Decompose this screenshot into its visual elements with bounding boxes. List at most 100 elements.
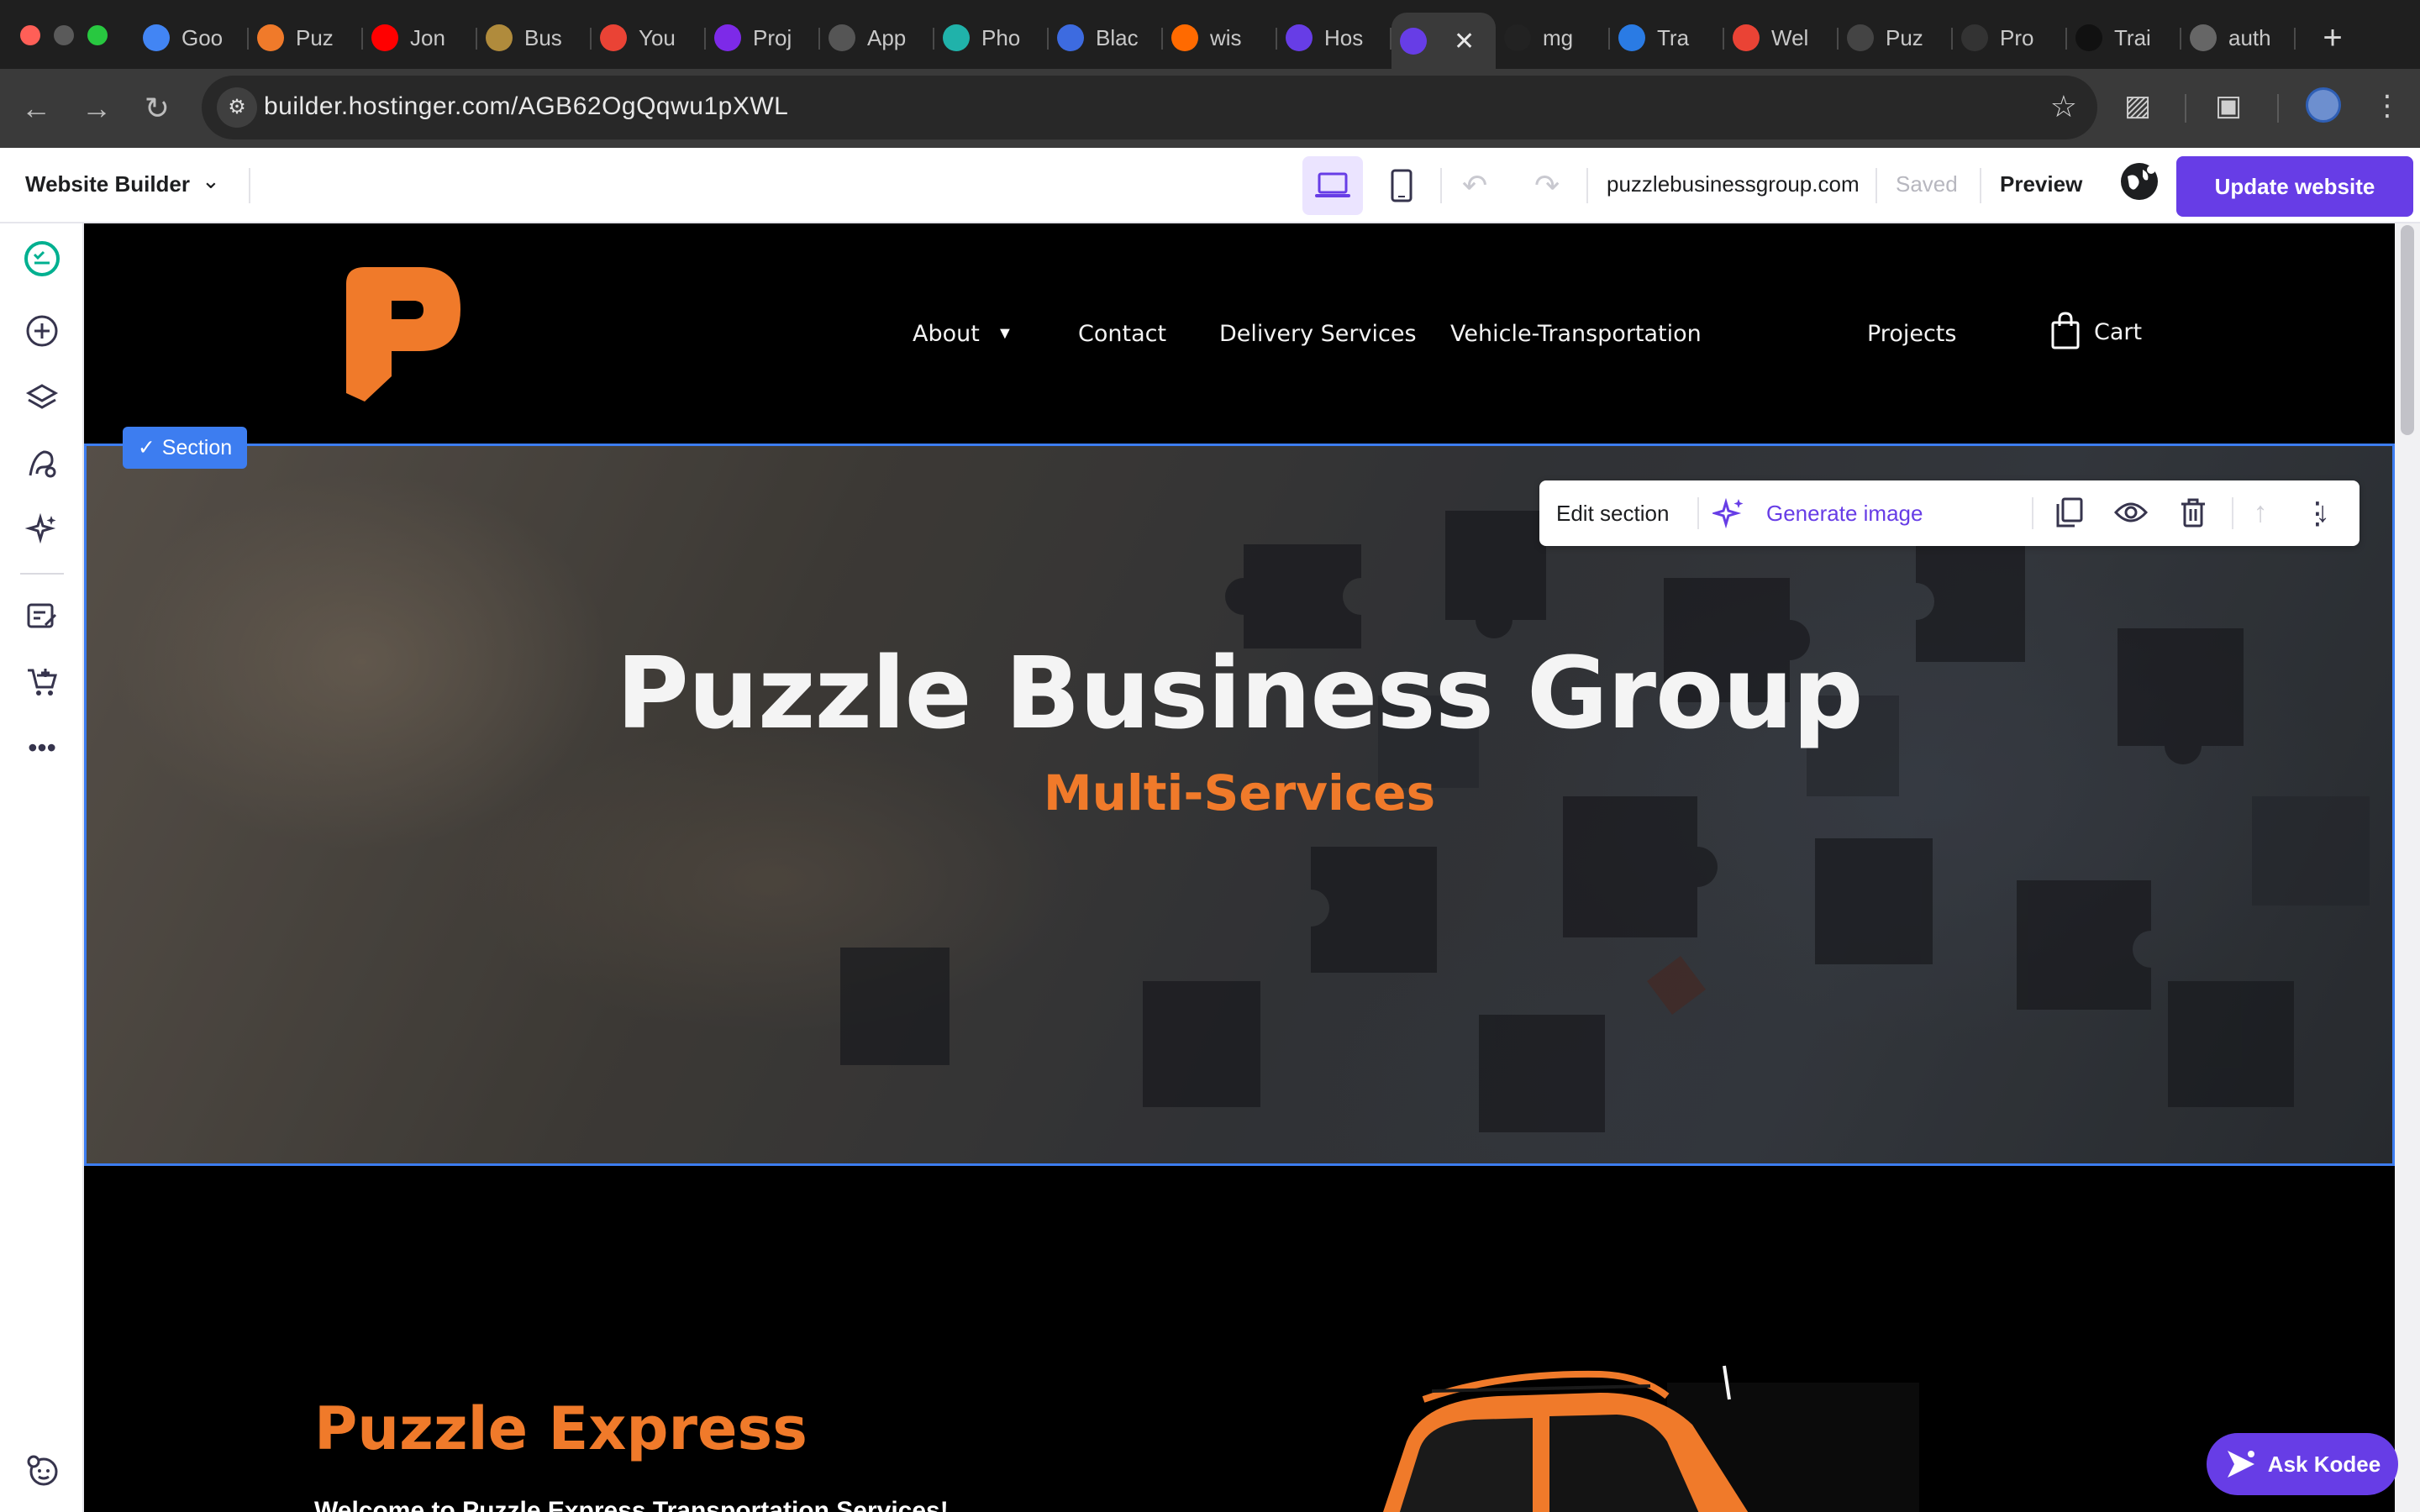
browser-tab[interactable]: Bus bbox=[477, 13, 592, 63]
address-url[interactable]: builder.hostinger.com/AGB62OgQqwu1pXWL bbox=[264, 92, 788, 121]
more-options-icon[interactable]: ••• bbox=[22, 727, 62, 768]
toolbar-separator bbox=[2185, 94, 2186, 123]
browser-tab[interactable]: Proj bbox=[706, 13, 820, 63]
back-button[interactable]: ← bbox=[17, 89, 55, 128]
browser-tab[interactable]: Wel bbox=[1724, 13, 1839, 63]
chevron-down-icon[interactable]: ⌄ bbox=[202, 168, 220, 194]
tab-title: Jon bbox=[410, 24, 445, 50]
builder-title[interactable]: Website Builder bbox=[25, 171, 190, 197]
section-badge[interactable]: ✓ Section bbox=[123, 427, 247, 469]
laptop-icon bbox=[1315, 172, 1350, 197]
tab-title: Bus bbox=[524, 24, 562, 50]
nav-projects[interactable]: Projects bbox=[1867, 321, 1956, 347]
window-close-button[interactable] bbox=[20, 25, 40, 45]
ai-tools-icon[interactable] bbox=[22, 509, 62, 549]
undo-icon[interactable]: ↶ bbox=[1462, 168, 1487, 203]
preview-button[interactable]: Preview bbox=[2000, 171, 2082, 197]
extensions-icon[interactable]: ▨ bbox=[2124, 89, 2151, 123]
browser-tab[interactable]: Puz bbox=[1839, 13, 1953, 63]
update-website-button[interactable]: Update website bbox=[2176, 156, 2413, 217]
save-status: Saved bbox=[1896, 171, 1958, 197]
browser-tab-strip: Goo Puz Jon Bus You Proj App Pho Blac wis Hos ✕ mg Tr… bbox=[0, 0, 2420, 70]
browser-tab[interactable]: You bbox=[592, 13, 706, 63]
generate-image-button[interactable]: Generate image bbox=[1766, 501, 1923, 527]
hero-subtitle[interactable]: Multi-Services bbox=[84, 764, 2395, 822]
ask-kodee-button[interactable]: Ask Kodee bbox=[2207, 1433, 2398, 1495]
tab-title: Goo bbox=[182, 24, 224, 50]
browser-tab[interactable]: Hos bbox=[1277, 13, 1392, 63]
divider bbox=[1586, 168, 1588, 203]
browser-tab[interactable]: Goo bbox=[134, 13, 249, 63]
site-info-icon[interactable]: ⚙ bbox=[217, 87, 257, 128]
edit-section-button[interactable]: Edit section bbox=[1556, 501, 1669, 527]
browser-tab[interactable]: mg bbox=[1496, 13, 1610, 63]
redo-icon[interactable]: ↷ bbox=[1534, 168, 1560, 203]
browser-toolbar: ← → ↻ ⚙ builder.hostinger.com/AGB62OgQqw… bbox=[0, 69, 2420, 148]
sparkle-icon[interactable] bbox=[1712, 496, 1746, 529]
puzzle-logo[interactable] bbox=[346, 267, 460, 402]
phone-icon bbox=[1391, 169, 1413, 202]
express-intro-text[interactable]: Welcome to Puzzle Express Transportation… bbox=[314, 1497, 949, 1512]
address-bar[interactable]: ⚙ builder.hostinger.com/AGB62OgQqwu1pXWL… bbox=[202, 76, 2097, 139]
checklist-icon[interactable] bbox=[22, 239, 62, 279]
browser-tab[interactable]: App bbox=[820, 13, 934, 63]
nav-delivery-services[interactable]: Delivery Services bbox=[1219, 321, 1417, 347]
tab-title: Hos bbox=[1324, 24, 1364, 50]
mobile-view-button[interactable] bbox=[1371, 156, 1432, 215]
close-tab-icon[interactable]: ✕ bbox=[1454, 27, 1475, 56]
scissors-icon bbox=[1961, 24, 1988, 51]
new-tab-button[interactable]: + bbox=[2316, 19, 2349, 57]
tab-search-icon[interactable]: ▣ bbox=[2215, 89, 2242, 123]
tab-title: Puz bbox=[1886, 24, 1923, 50]
browser-menu-icon[interactable]: ⋮ bbox=[2373, 89, 2402, 123]
browser-tab[interactable]: Jon bbox=[363, 13, 477, 63]
browser-tab[interactable]: ✕ bbox=[1392, 13, 1496, 70]
tab-title: mg bbox=[1543, 24, 1574, 50]
hero-title[interactable]: Puzzle Business Group bbox=[84, 635, 2395, 751]
trash-icon[interactable] bbox=[2176, 496, 2210, 529]
browser-tab[interactable]: auth bbox=[2181, 13, 2296, 63]
browser-tab[interactable]: Puz bbox=[249, 13, 363, 63]
van-illustration[interactable] bbox=[1281, 1349, 2003, 1512]
store-cart-icon[interactable] bbox=[22, 662, 62, 702]
styles-icon[interactable] bbox=[22, 444, 62, 484]
help-face-icon[interactable] bbox=[22, 1450, 62, 1490]
site-domain[interactable]: puzzlebusinessgroup.com bbox=[1607, 171, 1860, 197]
browser-tab[interactable]: Blac bbox=[1049, 13, 1163, 63]
openai-icon bbox=[1847, 24, 1874, 51]
reload-button[interactable]: ↻ bbox=[138, 89, 176, 128]
builder-sidebar: ••• bbox=[0, 223, 84, 1512]
express-title[interactable]: Puzzle Express bbox=[314, 1394, 808, 1463]
nav-cart[interactable]: Cart bbox=[2094, 319, 2142, 345]
nav-vehicle-transportation[interactable]: Vehicle-Transportation bbox=[1450, 321, 1702, 347]
desktop-view-button[interactable] bbox=[1302, 156, 1363, 215]
divider bbox=[1876, 168, 1877, 203]
move-up-icon[interactable]: ↑ bbox=[2244, 496, 2277, 529]
forward-button[interactable]: → bbox=[77, 89, 116, 128]
more-vertical-icon[interactable]: ⋮ bbox=[2302, 496, 2333, 531]
duplicate-icon[interactable] bbox=[2052, 496, 2086, 529]
shopping-bag-icon[interactable] bbox=[2050, 311, 2081, 349]
website-canvas[interactable]: About ▼ Contact Delivery Services Vehicl… bbox=[84, 223, 2395, 1512]
browser-tab[interactable]: Trai bbox=[2067, 13, 2181, 63]
add-element-icon[interactable] bbox=[22, 311, 62, 351]
caret-down-icon[interactable]: ▼ bbox=[997, 324, 1013, 344]
hostinger-icon bbox=[1400, 28, 1427, 55]
publish-globe-icon[interactable] bbox=[2121, 163, 2158, 200]
browser-tab[interactable]: wis bbox=[1163, 13, 1277, 63]
nav-about[interactable]: About bbox=[913, 321, 980, 347]
puzzle-icon bbox=[257, 24, 284, 51]
browser-tab[interactable]: Tra bbox=[1610, 13, 1724, 63]
bookmark-star-icon[interactable]: ☆ bbox=[2050, 89, 2077, 124]
window-minimize-button[interactable] bbox=[54, 25, 74, 45]
site-header[interactable]: About ▼ Contact Delivery Services Vehicl… bbox=[84, 223, 2395, 444]
layers-icon[interactable] bbox=[22, 378, 62, 418]
browser-tab[interactable]: Pro bbox=[1953, 13, 2067, 63]
blog-icon[interactable] bbox=[22, 596, 62, 637]
nav-contact[interactable]: Contact bbox=[1078, 321, 1166, 347]
profile-avatar[interactable] bbox=[2306, 87, 2341, 123]
canvas-scroll-thumb[interactable] bbox=[2401, 225, 2414, 435]
window-zoom-button[interactable] bbox=[87, 25, 108, 45]
eye-icon[interactable] bbox=[2114, 496, 2148, 529]
browser-tab[interactable]: Pho bbox=[934, 13, 1049, 63]
